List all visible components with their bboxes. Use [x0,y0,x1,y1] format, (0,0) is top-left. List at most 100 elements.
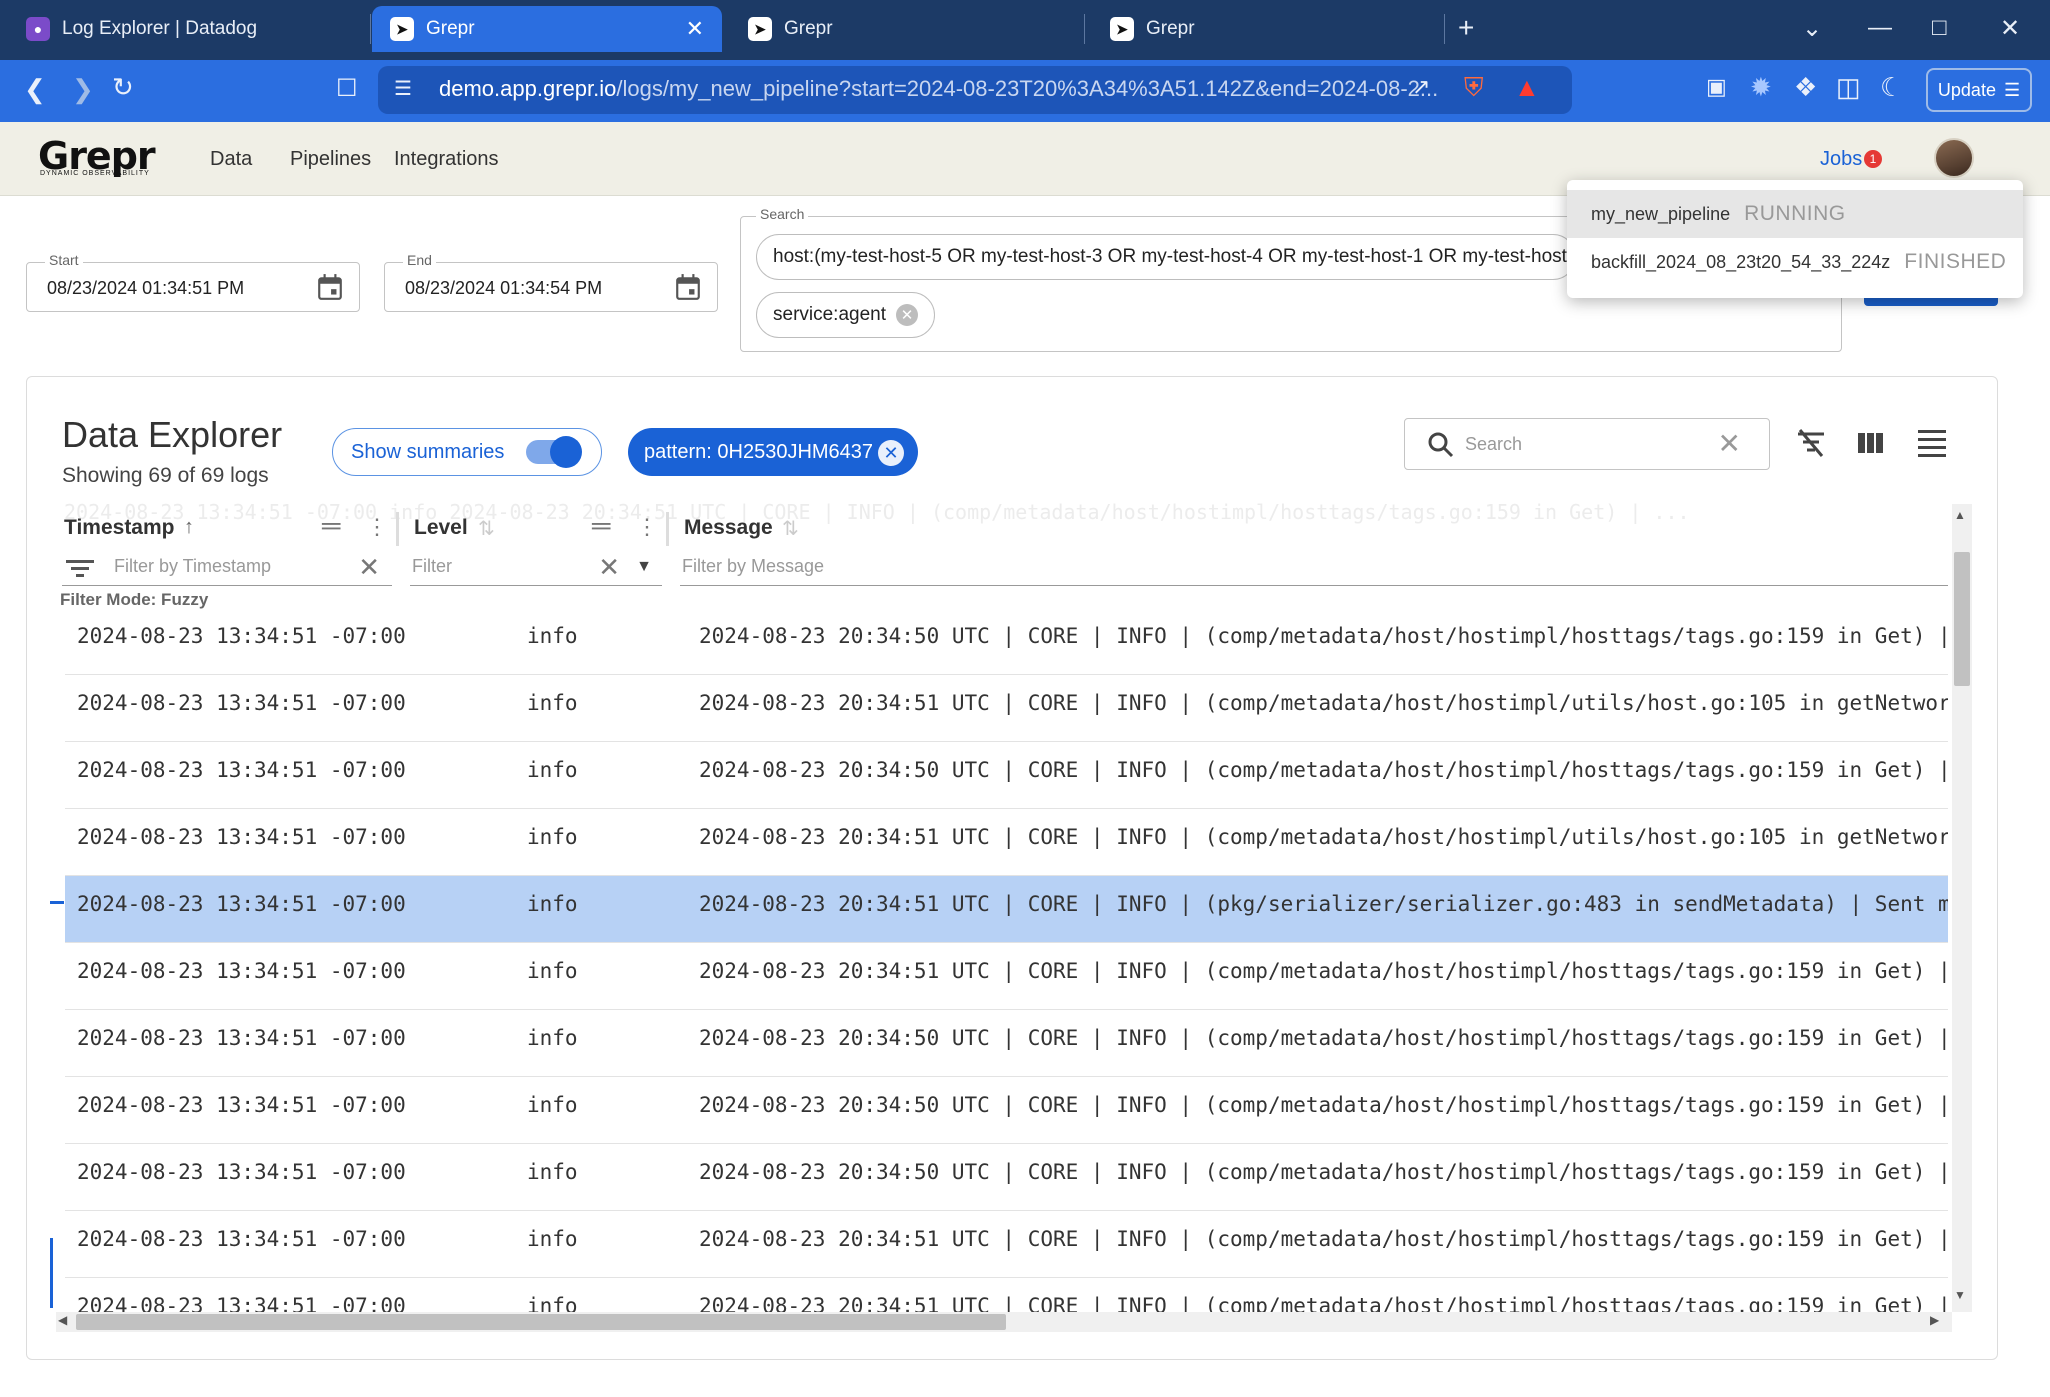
close-window-icon[interactable]: ✕ [2000,14,2020,43]
clear-search-icon[interactable]: ✕ [1718,427,1741,460]
sort-unsorted-icon[interactable]: ⇅ [782,516,799,541]
cell-level: info [527,1093,578,1117]
table-row[interactable]: 2024-08-23 13:34:51 -07:00 info 2024-08-23… [65,1278,1948,1312]
column-header-message[interactable]: Message [684,516,773,540]
scroll-left-icon[interactable]: ◀ [58,1313,67,1327]
sidebar-icon[interactable]: ◫ [1836,72,1861,103]
remove-pattern-icon[interactable]: ✕ [878,440,904,466]
vertical-scroll-thumb[interactable] [1954,552,1970,686]
grid-search-input[interactable] [1465,431,1685,457]
log-count: Showing 69 of 69 logs [62,464,269,487]
table-row[interactable]: 2024-08-23 13:34:51 -07:00 info 2024-08-23… [65,943,1948,1010]
cell-timestamp: 2024-08-23 13:34:51 -07:00 [77,691,406,715]
tab-grepr-active[interactable]: ➤ Grepr ✕ [372,6,722,52]
reload-icon[interactable]: ↻ [112,72,134,103]
show-summaries-label: Show summaries [351,440,505,463]
maximize-icon[interactable]: □ [1932,14,1947,42]
extension-star-icon[interactable]: ✹ [1750,72,1772,103]
close-tab-icon[interactable]: ✕ [686,16,704,42]
page-title: Data Explorer [62,414,283,455]
end-date-field[interactable]: End 08/23/2024 01:34:54 PM [384,252,718,312]
column-menu-icon[interactable]: ⋮ [636,514,658,540]
scroll-right-icon[interactable]: ▶ [1930,1313,1939,1327]
scroll-up-icon[interactable]: ▲ [1954,508,1966,522]
tab-divider [1444,14,1445,44]
table-row[interactable]: 2024-08-23 13:34:51 -07:00 info 2024-08-23… [65,1144,1948,1211]
clear-filters-icon[interactable] [1794,426,1828,460]
calendar-icon[interactable] [675,273,701,301]
brave-shield-icon[interactable]: ⛨ [1464,72,1484,104]
tab-title: Grepr [426,18,475,39]
columns-icon[interactable] [1856,428,1886,458]
level-filter-input[interactable]: Filter ✕ ▼ [410,552,662,586]
clear-filter-icon[interactable]: ✕ [358,552,380,583]
column-header-level[interactable]: Level [414,516,468,540]
table-row[interactable]: 2024-08-23 13:34:51 -07:00 info 2024-08-23… [65,1077,1948,1144]
sort-ascending-icon[interactable]: ↑ [184,516,194,539]
extension-shield-icon[interactable]: ▣ [1706,74,1727,100]
horizontal-scroll-thumb[interactable] [76,1314,1006,1330]
remove-chip-icon[interactable]: ✕ [896,304,919,326]
tab-title: Log Explorer | Datadog [62,18,258,39]
table-row[interactable]: 2024-08-23 13:34:51 -07:00 info 2024-08-23… [65,1010,1948,1077]
filter-mode-icon[interactable] [66,558,94,580]
cell-timestamp: 2024-08-23 13:34:51 -07:00 [77,1160,406,1184]
nav-data[interactable]: Data [210,148,252,171]
nav-pipelines[interactable]: Pipelines [290,148,371,171]
share-icon[interactable]: ↗ [1412,74,1430,100]
bookmark-icon[interactable]: ☐ [336,74,358,103]
tab-grepr-3[interactable]: ➤ Grepr [1084,6,1444,52]
brave-rewards-icon[interactable]: ▲ [1514,72,1540,103]
scroll-down-icon[interactable]: ▼ [1954,1288,1966,1302]
update-button[interactable]: Update ☰ [1926,68,2032,112]
table-row-selected[interactable]: 2024-08-23 13:34:51 -07:00 info 2024-08-23… [65,876,1948,943]
table-row[interactable]: 2024-08-23 13:34:51 -07:00 info 2024-08-23… [65,608,1948,675]
column-header-timestamp[interactable]: Timestamp [64,516,175,540]
table-row[interactable]: 2024-08-23 13:34:51 -07:00 info 2024-08-23… [65,809,1948,876]
forward-icon[interactable]: ❯ [72,74,94,105]
pattern-filter-chip[interactable]: pattern: 0H2530JHM6437 [628,428,918,476]
job-item-finished[interactable]: backfill_2024_08_23t20_54_33_224z FINISH… [1567,238,2023,286]
new-tab-icon[interactable]: + [1458,12,1474,44]
tab-title: Grepr [1146,18,1195,39]
jobs-link[interactable]: Jobs [1820,148,1862,171]
table-row[interactable]: 2024-08-23 13:34:51 -07:00 info 2024-08-23… [65,1211,1948,1278]
url-text[interactable]: demo.app.grepr.io/logs/my_new_pipeline?s… [439,76,1438,102]
tab-search-chevron-icon[interactable]: ⌄ [1802,14,1822,43]
tab-grepr-2[interactable]: ➤ Grepr [722,6,1082,52]
back-icon[interactable]: ❮ [24,74,46,105]
host-filter-chip[interactable]: host:(my-test-host-5 OR my-test-host-3 O… [756,234,1576,280]
timestamp-filter-input[interactable]: Filter by Timestamp ✕ [62,552,392,586]
table-row[interactable]: 2024-08-23 13:34:51 -07:00 info 2024-08-23… [65,742,1948,809]
tab-datadog[interactable]: ● Log Explorer | Datadog [0,6,370,52]
leo-ai-icon[interactable]: ☾ [1880,72,1903,103]
end-date-value: 08/23/2024 01:34:54 PM [405,278,603,298]
table-row[interactable]: 2024-08-23 13:34:51 -07:00 info 2024-08-23… [65,675,1948,742]
column-menu-icon[interactable]: ⋮ [366,514,388,540]
calendar-icon[interactable] [317,273,343,301]
message-filter-input[interactable]: Filter by Message [680,552,1948,586]
grepr-favicon-icon: ➤ [390,17,414,41]
job-item-running[interactable]: my_new_pipeline RUNNING [1567,190,2023,238]
drag-handle-icon[interactable]: ═ [322,510,340,541]
nav-integrations[interactable]: Integrations [394,148,499,171]
summaries-switch-knob[interactable] [550,436,582,468]
column-divider[interactable] [396,512,399,546]
grid-search-field[interactable]: ✕ [1404,418,1770,470]
cell-timestamp: 2024-08-23 13:34:51 -07:00 [77,825,406,849]
service-filter-chip[interactable]: service:agent ✕ [756,292,936,338]
minimize-icon[interactable]: — [1868,14,1892,42]
density-icon[interactable] [1916,426,1948,460]
user-avatar[interactable] [1934,138,1974,178]
update-label: Update [1937,79,1996,100]
start-date-label: Start [45,252,83,268]
cell-message: 2024-08-23 20:34:51 UTC | CORE | INFO | … [699,1294,1948,1312]
site-settings-icon[interactable]: ☰ [394,76,412,101]
clear-filter-icon[interactable]: ✕ [598,552,620,583]
sort-unsorted-icon[interactable]: ⇅ [478,516,495,541]
extensions-icon[interactable]: ❖ [1794,72,1817,103]
column-divider[interactable] [666,512,669,546]
start-date-field[interactable]: Start 08/23/2024 01:34:51 PM [26,252,360,312]
drag-handle-icon[interactable]: ═ [592,510,610,541]
dropdown-arrow-icon[interactable]: ▼ [636,558,652,576]
